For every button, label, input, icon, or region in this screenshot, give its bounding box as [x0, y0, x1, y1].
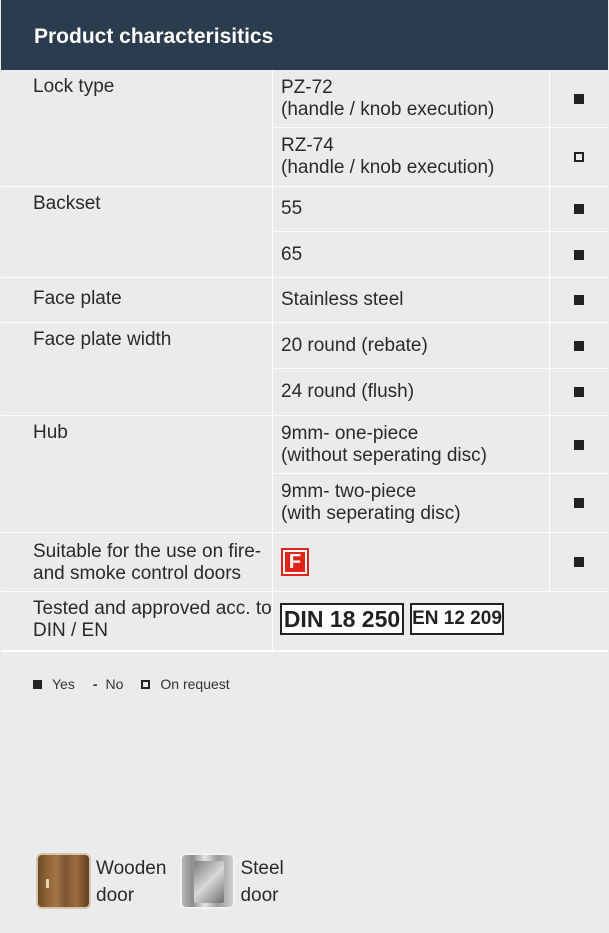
- fire-door-badge-icon: F: [281, 548, 309, 576]
- yes-mark-icon: [574, 387, 584, 397]
- row-label: Hub: [1, 416, 273, 532]
- value-text: RZ-74 (handle / knob execution): [281, 135, 495, 178]
- value-text: 55: [281, 198, 303, 219]
- row-backset: Backset 55 65: [1, 187, 608, 278]
- door-type-wooden: Wooden door: [36, 853, 166, 909]
- value-text: 9mm- two-piece (with seperating disc): [281, 481, 461, 524]
- value-row: 65: [273, 232, 608, 277]
- yes-mark-icon: [574, 439, 584, 450]
- value-text: 9mm- one-piece (without seperating disc): [281, 422, 487, 466]
- yes-mark-icon: [574, 295, 584, 305]
- on-request-mark-icon: [141, 679, 151, 689]
- legend-request: On request: [160, 676, 230, 692]
- row-label: Face plate: [1, 278, 273, 322]
- yes-mark-icon: [574, 498, 584, 508]
- door-label-line1: Steel: [240, 858, 284, 879]
- yes-mark-icon: [33, 679, 42, 689]
- value-row: 24 round (flush): [273, 369, 608, 415]
- row-label: Backset: [1, 187, 273, 277]
- yes-mark-icon: [574, 93, 584, 104]
- door-label-line2: door: [240, 885, 279, 906]
- value-row: F: [273, 533, 608, 591]
- value-text: PZ-72 (handle / knob execution): [281, 76, 495, 120]
- row-face-plate-width: Face plate width 20 round (rebate) 24 ro…: [1, 323, 608, 416]
- door-types: Wooden door Steel door: [36, 853, 298, 909]
- value-row: Stainless steel: [273, 278, 608, 322]
- din-18250-badge: DIN 18 250: [280, 603, 404, 635]
- section-title: Product characterisitics: [34, 25, 274, 48]
- value-row: 9mm- one-piece (without seperating disc): [273, 416, 608, 474]
- row-label: Lock type: [1, 70, 273, 186]
- section-header: Product characterisitics: [1, 0, 608, 70]
- door-label-line1: Wooden: [96, 858, 167, 879]
- wooden-door-icon: [36, 853, 91, 909]
- row-fire-doors: Suitable for the use on fire- and smoke …: [1, 533, 608, 592]
- legend-yes: Yes: [52, 676, 75, 692]
- row-label: Face plate width: [1, 323, 273, 415]
- value-row: 20 round (rebate): [273, 323, 608, 369]
- en-12209-badge: EN 12 209: [410, 603, 504, 635]
- row-hub: Hub 9mm- one-piece (without seperating d…: [1, 416, 608, 533]
- value-text: Stainless steel: [281, 289, 404, 310]
- value-text: 24 round (flush): [281, 381, 415, 402]
- yes-mark-icon: [574, 557, 584, 567]
- row-label: Tested and approved acc. to DIN / EN: [1, 592, 273, 650]
- value-row: RZ-74 (handle / knob execution): [273, 128, 608, 186]
- value-row: 55: [273, 187, 608, 232]
- steel-door-icon: [180, 853, 236, 909]
- value-text: 20 round (rebate): [281, 334, 428, 356]
- legend-no: No: [105, 676, 124, 692]
- yes-mark-icon: [574, 340, 584, 351]
- value-row: PZ-72 (handle / knob execution): [273, 70, 608, 128]
- characteristics-table: Lock type PZ-72 (handle / knob execution…: [1, 70, 608, 652]
- value-text: 65: [281, 243, 303, 265]
- legend: Yes - No On request: [33, 676, 248, 692]
- row-lock-type: Lock type PZ-72 (handle / knob execution…: [1, 70, 608, 187]
- yes-mark-icon: [574, 249, 584, 260]
- row-label: Suitable for the use on fire- and smoke …: [1, 533, 273, 591]
- row-din-en: Tested and approved acc. to DIN / EN DIN…: [1, 592, 608, 652]
- yes-mark-icon: [574, 204, 584, 214]
- no-mark-icon: -: [92, 676, 98, 692]
- door-type-steel: Steel door: [180, 853, 284, 909]
- on-request-mark-icon: [574, 152, 584, 162]
- row-face-plate: Face plate Stainless steel: [1, 278, 608, 323]
- value-row: 9mm- two-piece (with seperating disc): [273, 474, 608, 532]
- door-label-line2: door: [96, 885, 135, 906]
